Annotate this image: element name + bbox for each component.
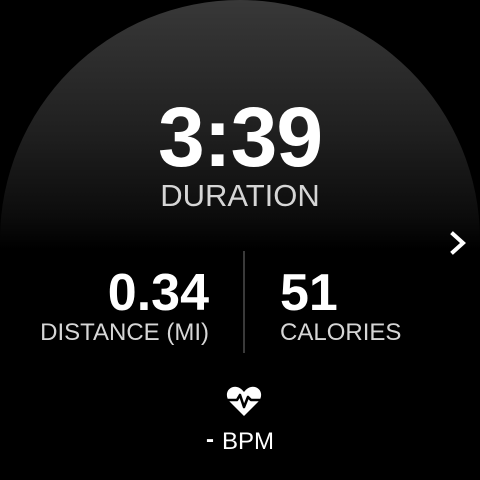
calories-value: 51 bbox=[280, 264, 338, 322]
duration-value: 3:39 bbox=[157, 90, 323, 184]
calories-label: CALORIES bbox=[280, 319, 402, 346]
heart-rate-row: - BPM bbox=[0, 426, 480, 457]
workout-summary-screen: 3:39 DURATION 0.34 DISTANCE (MI) 51 CALO… bbox=[0, 0, 480, 480]
heart-rate-value: - bbox=[205, 426, 214, 453]
distance-value: 0.34 bbox=[107, 264, 209, 322]
distance-label: DISTANCE (MI) bbox=[40, 319, 209, 346]
chevron-right-icon[interactable] bbox=[448, 228, 470, 258]
heart-pulse-icon bbox=[226, 386, 262, 416]
stats-divider bbox=[243, 251, 245, 353]
heart-rate-unit: BPM bbox=[221, 428, 274, 455]
duration-label: DURATION bbox=[160, 178, 320, 213]
